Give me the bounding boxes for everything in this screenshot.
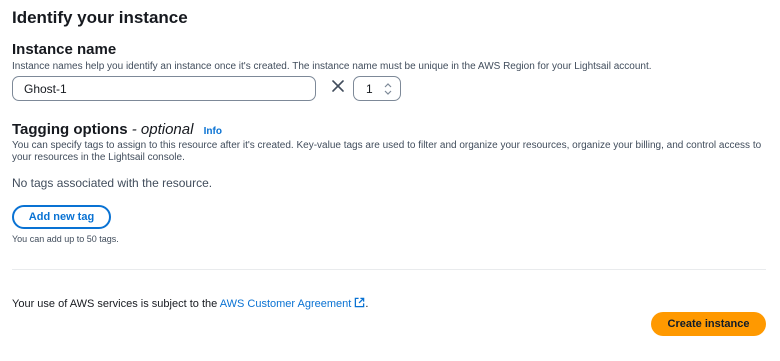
create-instance-button[interactable]: Create instance bbox=[651, 312, 766, 336]
agreement-prefix: Your use of AWS services is subject to t… bbox=[12, 298, 220, 310]
customer-agreement-link[interactable]: AWS Customer Agreement bbox=[219, 297, 366, 310]
agreement-suffix: . bbox=[365, 298, 369, 310]
instance-name-label: Instance name bbox=[12, 41, 117, 58]
tagging-description: You can specify tags to assign to this r… bbox=[12, 140, 762, 163]
customer-agreement-link-text: AWS Customer Agreement bbox=[219, 298, 352, 310]
close-x-icon bbox=[332, 80, 344, 92]
tagging-optional-label: optional bbox=[140, 121, 194, 138]
instance-quantity-value: 1 bbox=[366, 82, 373, 96]
add-new-tag-button[interactable]: Add new tag bbox=[12, 205, 111, 229]
tagging-info-link[interactable]: Info bbox=[204, 126, 222, 137]
no-tags-message: No tags associated with the resource. bbox=[12, 176, 213, 190]
instance-name-description: Instance names help you identify an inst… bbox=[12, 61, 652, 72]
section-title: Identify your instance bbox=[12, 8, 188, 27]
up-down-arrows-icon[interactable] bbox=[383, 82, 393, 96]
tag-limit-hint: You can add up to 50 tags. bbox=[12, 234, 119, 244]
create-instance-panel: Identify your instance Instance name Ins… bbox=[0, 0, 780, 361]
tagging-options-title: Tagging options - optional Info bbox=[12, 121, 222, 138]
divider bbox=[12, 269, 766, 270]
tagging-title-text: Tagging options bbox=[12, 121, 128, 138]
instance-name-input[interactable] bbox=[12, 76, 316, 101]
external-link-icon bbox=[355, 297, 365, 308]
agreement-notice: Your use of AWS services is subject to t… bbox=[12, 297, 368, 310]
instance-quantity-stepper[interactable]: 1 bbox=[353, 76, 401, 101]
tagging-title-separator: - bbox=[127, 121, 141, 138]
